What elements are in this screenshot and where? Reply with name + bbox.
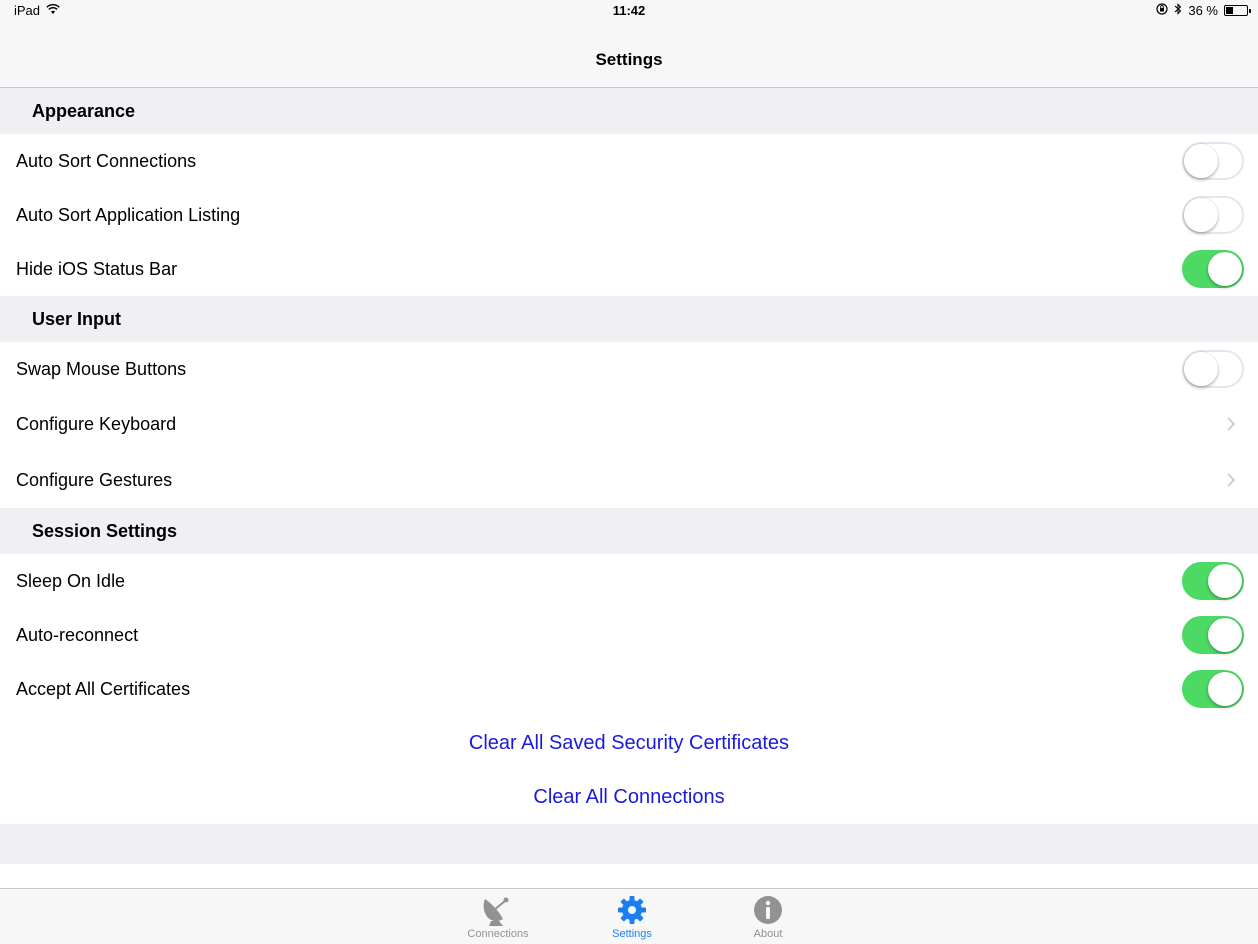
clear-certificates-button[interactable]: Clear All Saved Security Certificates — [0, 716, 1258, 770]
section-header-user-input: User Input — [0, 296, 1258, 342]
navigation-bar: Settings — [0, 22, 1258, 88]
tab-label: About — [753, 928, 783, 940]
status-bar: iPad 11:42 36 % — [0, 0, 1258, 22]
clear-certificates-label: Clear All Saved Security Certificates — [468, 731, 790, 754]
clear-connections-button[interactable]: Clear All Connections — [0, 770, 1258, 824]
toggle-knob — [1184, 144, 1218, 178]
setting-label: Sleep On Idle — [16, 570, 126, 591]
settings-list: Appearance Auto Sort Connections Auto So… — [0, 88, 1258, 864]
tab-connections[interactable]: Connections — [448, 893, 548, 940]
setting-label: Configure Keyboard — [16, 413, 177, 434]
setting-label: Accept All Certificates — [16, 678, 191, 699]
auto-sort-connections-toggle[interactable] — [1182, 142, 1244, 180]
section-header-appearance: Appearance — [0, 88, 1258, 134]
section-header-session-settings: Session Settings — [0, 508, 1258, 554]
clear-connections-label: Clear All Connections — [533, 785, 725, 808]
gear-icon — [618, 896, 646, 924]
accept-all-certificates-toggle[interactable] — [1182, 670, 1244, 708]
satellite-dish-icon — [483, 897, 509, 926]
toggle-knob — [1208, 672, 1242, 706]
list-footer-spacer — [0, 824, 1258, 864]
setting-label: Auto-reconnect — [16, 624, 139, 645]
bluetooth-icon — [1174, 3, 1182, 18]
setting-label: Auto Sort Connections — [16, 150, 197, 171]
tab-bar: Connections Settings About — [0, 888, 1258, 944]
setting-row-hide-ios-status-bar: Hide iOS Status Bar — [0, 242, 1258, 296]
chevron-right-icon — [1227, 417, 1236, 431]
hide-ios-status-bar-toggle[interactable] — [1182, 250, 1244, 288]
setting-label: Configure Gestures — [16, 469, 173, 490]
setting-label: Hide iOS Status Bar — [16, 258, 178, 279]
toggle-knob — [1208, 252, 1242, 286]
tab-about[interactable]: About — [718, 893, 818, 940]
setting-label: Auto Sort Application Listing — [16, 204, 241, 225]
setting-row-auto-sort-application-listing: Auto Sort Application Listing — [0, 188, 1258, 242]
tab-settings[interactable]: Settings — [582, 893, 682, 940]
tab-label: Settings — [612, 928, 652, 940]
battery-percent: 36 % — [1188, 3, 1218, 18]
toggle-knob — [1208, 618, 1242, 652]
setting-row-configure-gestures[interactable]: Configure Gestures — [0, 452, 1258, 508]
setting-row-accept-all-certificates: Accept All Certificates — [0, 662, 1258, 716]
chevron-right-icon — [1227, 473, 1236, 487]
setting-row-auto-reconnect: Auto-reconnect — [0, 608, 1258, 662]
info-icon — [754, 896, 782, 924]
battery-icon — [1224, 5, 1251, 16]
setting-row-swap-mouse-buttons: Swap Mouse Buttons — [0, 342, 1258, 396]
setting-label: Swap Mouse Buttons — [16, 358, 187, 379]
battery-fill — [1226, 7, 1233, 14]
page-title: Settings — [595, 50, 663, 69]
setting-row-auto-sort-connections: Auto Sort Connections — [0, 134, 1258, 188]
orientation-lock-icon — [1156, 3, 1168, 18]
status-time: 11:42 — [612, 3, 646, 18]
swap-mouse-buttons-toggle[interactable] — [1182, 350, 1244, 388]
toggle-knob — [1184, 198, 1218, 232]
toggle-knob — [1208, 564, 1242, 598]
setting-row-configure-keyboard[interactable]: Configure Keyboard — [0, 396, 1258, 452]
toggle-knob — [1184, 352, 1218, 386]
auto-sort-application-listing-toggle[interactable] — [1182, 196, 1244, 234]
auto-reconnect-toggle[interactable] — [1182, 616, 1244, 654]
status-right: 36 % — [1156, 3, 1251, 18]
sleep-on-idle-toggle[interactable] — [1182, 562, 1244, 600]
settings-screen: iPad 11:42 36 % Settings Appearance Auto… — [0, 0, 1258, 944]
setting-row-sleep-on-idle: Sleep On Idle — [0, 554, 1258, 608]
tab-label: Connections — [467, 928, 529, 940]
